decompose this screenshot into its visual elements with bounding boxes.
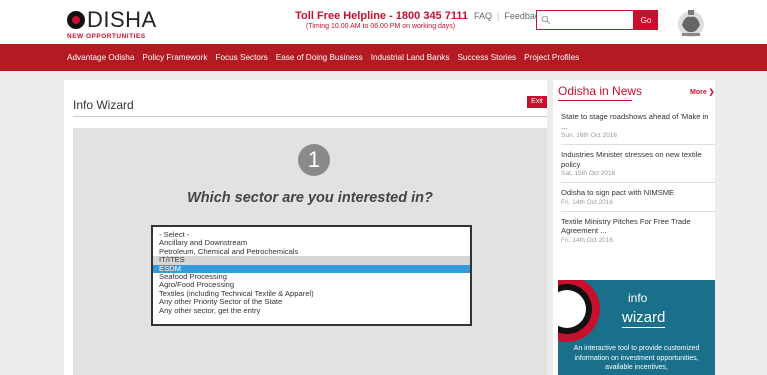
news-item[interactable]: Odisha to sign pact with NIMSME Fri, 14t…: [561, 188, 715, 212]
news-date: Fri, 14th Oct 2016: [561, 236, 614, 244]
state-emblem-icon: [678, 10, 704, 37]
exit-button[interactable]: Exit: [527, 96, 547, 108]
odisha-logo[interactable]: DISHA NEW OPPORTUNITIES: [67, 8, 157, 42]
news-headline[interactable]: Industries Minister stresses on new text…: [561, 150, 715, 169]
news-item[interactable]: State to stage roadshows ahead of 'Make …: [561, 112, 715, 145]
wizard-step: 1 Which sector are you interested in? - …: [73, 128, 547, 375]
nav-item-ease-of-doing-business[interactable]: Ease of Doing Business: [276, 53, 363, 62]
title-divider: [73, 116, 547, 117]
news-item[interactable]: Industries Minister stresses on new text…: [561, 150, 715, 183]
nav-item-project-profiles[interactable]: Project Profiles: [524, 53, 579, 62]
news-list: State to stage roadshows ahead of 'Make …: [561, 112, 715, 254]
news-heading-underline: [558, 100, 632, 101]
go-button[interactable]: Go: [634, 10, 658, 30]
news-headline[interactable]: State to stage roadshows ahead of 'Make …: [561, 112, 715, 131]
logo-text: DISHA: [87, 7, 157, 32]
banner-title-info: info: [628, 291, 648, 305]
nav-item-policy-framework[interactable]: Policy Framework: [142, 53, 207, 62]
banner-title-wizard: wizard: [622, 309, 666, 328]
news-headline[interactable]: Textile Ministry Pitches For Free Trade …: [561, 217, 715, 236]
faq-link[interactable]: FAQ: [474, 11, 492, 21]
nav-item-advantage-odisha[interactable]: Advantage Odisha: [67, 53, 134, 62]
news-sidebar: Odisha in News More ❯ State to stage roa…: [553, 80, 715, 375]
info-wizard-banner[interactable]: info wizard An interactive tool to provi…: [558, 280, 715, 375]
search-input[interactable]: [553, 13, 631, 28]
sector-select-listbox[interactable]: - Select - Ancillary and Downstream Petr…: [151, 225, 472, 326]
search-icon: [541, 15, 551, 25]
logo-tagline: NEW OPPORTUNITIES: [67, 33, 146, 40]
news-item[interactable]: Textile Ministry Pitches For Free Trade …: [561, 217, 715, 249]
news-date: Sun, 16th Oct 2016: [561, 132, 618, 139]
nav-item-success-stories[interactable]: Success Stories: [457, 53, 516, 62]
news-heading: Odisha in News: [558, 84, 643, 98]
nav-item-industrial-land-banks[interactable]: Industrial Land Banks: [371, 53, 450, 62]
sector-option[interactable]: Any other sector, get the entry: [153, 306, 470, 315]
page-title: Info Wizard: [73, 98, 134, 112]
banner-ring-icon: [558, 280, 600, 342]
helpline: Toll Free Helpline - 1800 345 7111 (Timi…: [292, 10, 468, 30]
news-headline[interactable]: Odisha to sign pact with NIMSME: [561, 188, 715, 198]
wizard-question: Which sector are you interested in?: [187, 190, 433, 206]
more-news-link[interactable]: More ❯: [690, 88, 715, 96]
info-wizard-panel: Info Wizard Exit 1 Which sector are you …: [64, 80, 547, 375]
news-date: Sat, 15th Oct 2016: [561, 170, 616, 177]
link-separator: |: [497, 11, 500, 21]
helpline-timing: (Timing 10.00 AM to 06.00 PM on working …: [306, 23, 456, 30]
sector-option[interactable]: Petroleum, Chemical and Petrochemicals: [153, 247, 470, 256]
nav-item-focus-sectors[interactable]: Focus Sectors: [215, 53, 267, 62]
helpline-title: Toll Free Helpline - 1800 345 7111: [295, 10, 468, 22]
logo-mark-icon: [67, 11, 85, 29]
sector-option[interactable]: IT/ITES: [153, 255, 470, 265]
news-date: Fri, 14th Oct 2016: [561, 198, 614, 206]
top-links: FAQ | Feedback: [474, 11, 544, 21]
search-box: [536, 10, 634, 30]
main-nav: Advantage Odisha Policy Framework Focus …: [0, 44, 767, 71]
step-number-badge: 1: [298, 144, 330, 176]
banner-description: An interactive tool to provide customize…: [573, 345, 700, 371]
site-header: DISHA NEW OPPORTUNITIES Toll Free Helpli…: [0, 0, 767, 44]
